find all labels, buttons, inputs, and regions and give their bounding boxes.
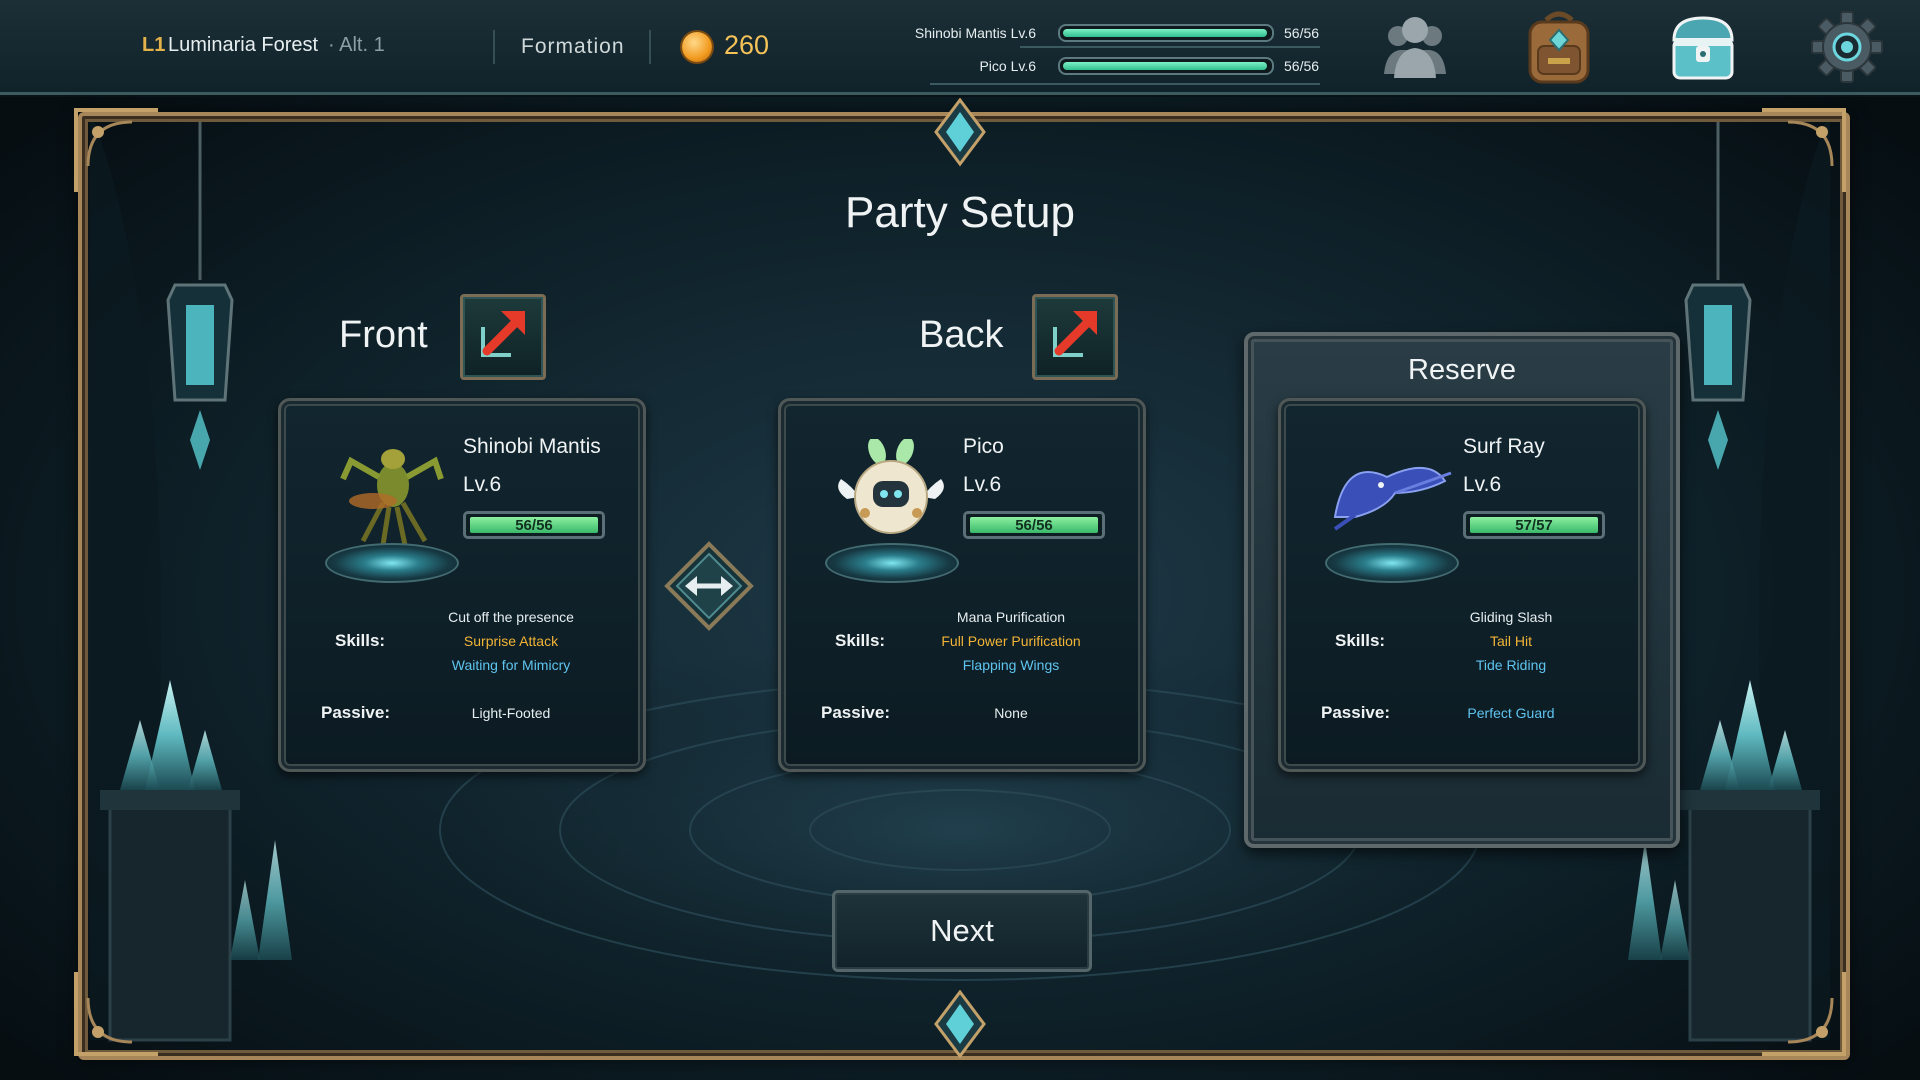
skill-name: Flapping Wings (962, 657, 1060, 673)
party-hp-fill (1063, 62, 1267, 70)
page-title: Party Setup (845, 188, 1075, 237)
location-id: L1 (142, 34, 166, 56)
front-change-button[interactable] (460, 294, 546, 380)
skills-label: Skills: (835, 631, 886, 650)
creature-hp-value: 56/56 (1015, 517, 1053, 534)
creature-platform (825, 543, 959, 583)
change-arrow-icon (481, 311, 525, 357)
shinobi-mantis-portrait (340, 449, 444, 546)
creature-platform (1325, 543, 1459, 583)
skills-label: Skills: (335, 631, 386, 650)
creature-name: Surf Ray (1463, 435, 1545, 458)
passive-label: Passive: (1321, 703, 1390, 722)
surf-ray-portrait (1333, 466, 1452, 531)
frame-corner-ornament (1762, 108, 1846, 192)
party-hp-fill (1063, 29, 1267, 37)
location-altitude: · Alt. 1 (328, 34, 385, 56)
next-button[interactable]: Next (832, 890, 1092, 972)
divider (649, 30, 651, 64)
settings-gear-icon[interactable] (1810, 10, 1884, 84)
gold-amount: 260 (724, 30, 770, 60)
skills-label: Skills: (1335, 631, 1386, 650)
party-hp-bar (1058, 24, 1274, 42)
divider (930, 83, 1320, 85)
party-hp-bar (1058, 57, 1274, 75)
front-creature-card[interactable]: Shinobi Mantis Lv.6 56/56 Skills: Cut of… (278, 398, 646, 772)
passive-label: Passive: (821, 703, 890, 722)
creature-hp-value: 57/57 (1515, 517, 1553, 534)
skill-name: Mana Purification (956, 609, 1066, 625)
reserve-creature-card[interactable]: Surf Ray Lv.6 57/57 Skills: Gliding Slas… (1278, 398, 1646, 772)
back-change-button[interactable] (1032, 294, 1118, 380)
skill-name: Cut off the presence (448, 609, 574, 625)
swap-positions-button[interactable] (663, 540, 755, 632)
passive-label: Passive: (321, 703, 390, 722)
skill-name: Gliding Slash (1469, 609, 1553, 625)
location-name: Luminaria Forest (168, 34, 319, 56)
creature-level: Lv.6 (463, 473, 502, 496)
top-status-bar: L1 Luminaria Forest · Alt. 1 Formation 2… (0, 0, 1920, 95)
creature-name: Shinobi Mantis (463, 435, 601, 458)
skill-name: Tide Riding (1475, 657, 1547, 673)
frame-corner-ornament (74, 972, 158, 1056)
creature-hp-value: 56/56 (515, 517, 553, 534)
passive-name: Perfect Guard (1467, 705, 1555, 721)
pico-portrait (838, 439, 944, 534)
back-slot-label: Back (919, 314, 1004, 356)
frame-corner-ornament (1762, 972, 1846, 1056)
creature-hp-bar: 57/57 (1463, 511, 1605, 539)
creature-name: Pico (963, 435, 1004, 458)
frame-corner-ornament (74, 108, 158, 192)
party-hp-value: 56/56 (1284, 58, 1320, 74)
divider (493, 30, 495, 64)
skill-name: Tail Hit (1489, 633, 1532, 649)
divider (1020, 46, 1320, 48)
creature-level: Lv.6 (963, 473, 1002, 496)
creature-hp-bar: 56/56 (963, 511, 1105, 539)
change-arrow-icon (1053, 311, 1097, 357)
gem-crest-ornament (934, 98, 986, 167)
skill-name: Waiting for Mimicry (451, 657, 571, 673)
creature-platform (325, 543, 459, 583)
coin-icon (682, 32, 712, 62)
skill-name: Surprise Attack (463, 633, 559, 649)
treasure-chest-icon[interactable] (1668, 10, 1738, 84)
party-icon[interactable] (1378, 12, 1452, 82)
passive-name: Light-Footed (471, 705, 551, 721)
skill-name: Full Power Purification (941, 633, 1081, 649)
party-hp-label: Pico Lv.6 (979, 58, 1036, 74)
creature-hp-bar: 56/56 (463, 511, 605, 539)
reserve-slot-label: Reserve (1408, 354, 1516, 386)
passive-name: None (994, 705, 1028, 721)
formation-tab[interactable]: Formation (521, 35, 625, 59)
backpack-icon[interactable] (1522, 8, 1596, 86)
party-hp-label: Shinobi Mantis Lv.6 (914, 25, 1036, 41)
party-hp-value: 56/56 (1284, 25, 1320, 41)
front-slot-label: Front (339, 314, 428, 356)
creature-level: Lv.6 (1463, 473, 1502, 496)
gem-crest-ornament (934, 990, 986, 1059)
back-creature-card[interactable]: Pico Lv.6 56/56 Skills: Mana Purificatio… (778, 398, 1146, 772)
